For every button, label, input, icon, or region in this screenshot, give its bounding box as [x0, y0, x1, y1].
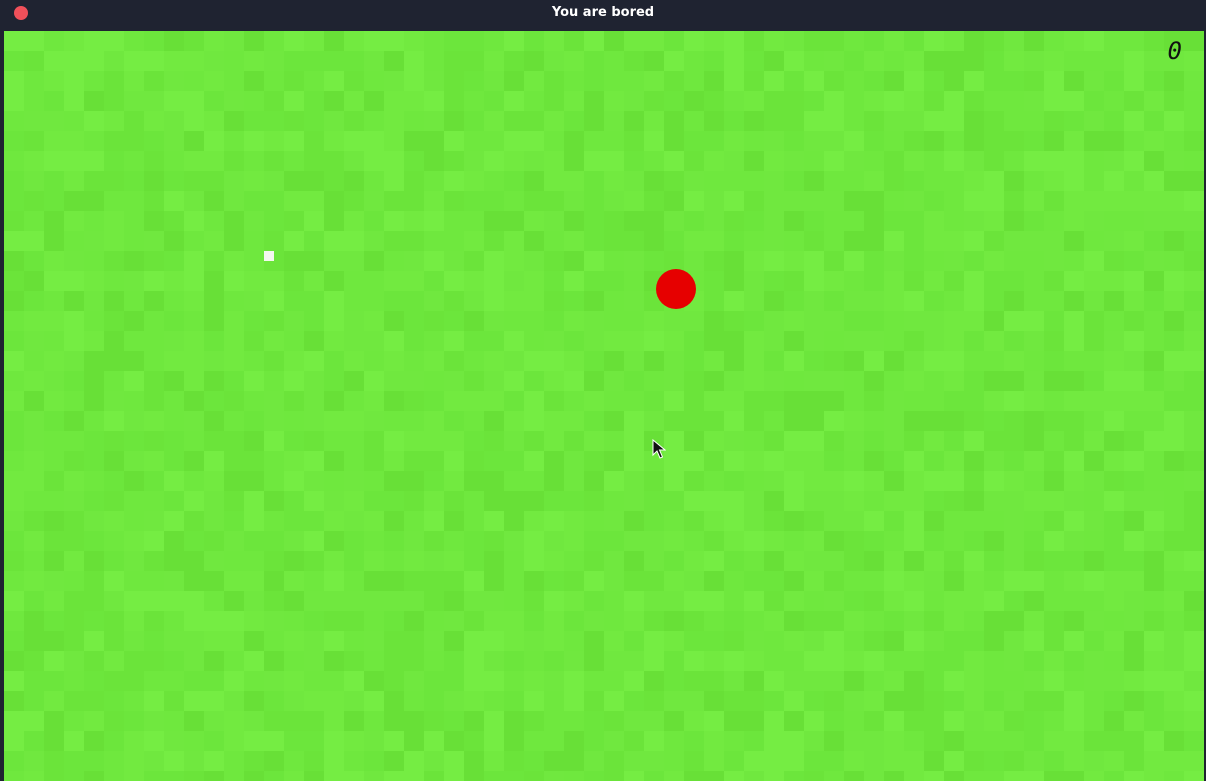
- grass-background: [4, 31, 1204, 781]
- game-canvas[interactable]: 0: [4, 31, 1204, 781]
- window-title: You are bored: [551, 5, 655, 20]
- title-bar: You are bored: [0, 0, 1206, 31]
- food-pellet: [264, 251, 274, 261]
- app-window: You are bored 0: [0, 0, 1206, 781]
- score-counter: 0: [1167, 37, 1182, 65]
- player-ball: [656, 269, 696, 309]
- mouse-cursor-icon: [652, 439, 666, 459]
